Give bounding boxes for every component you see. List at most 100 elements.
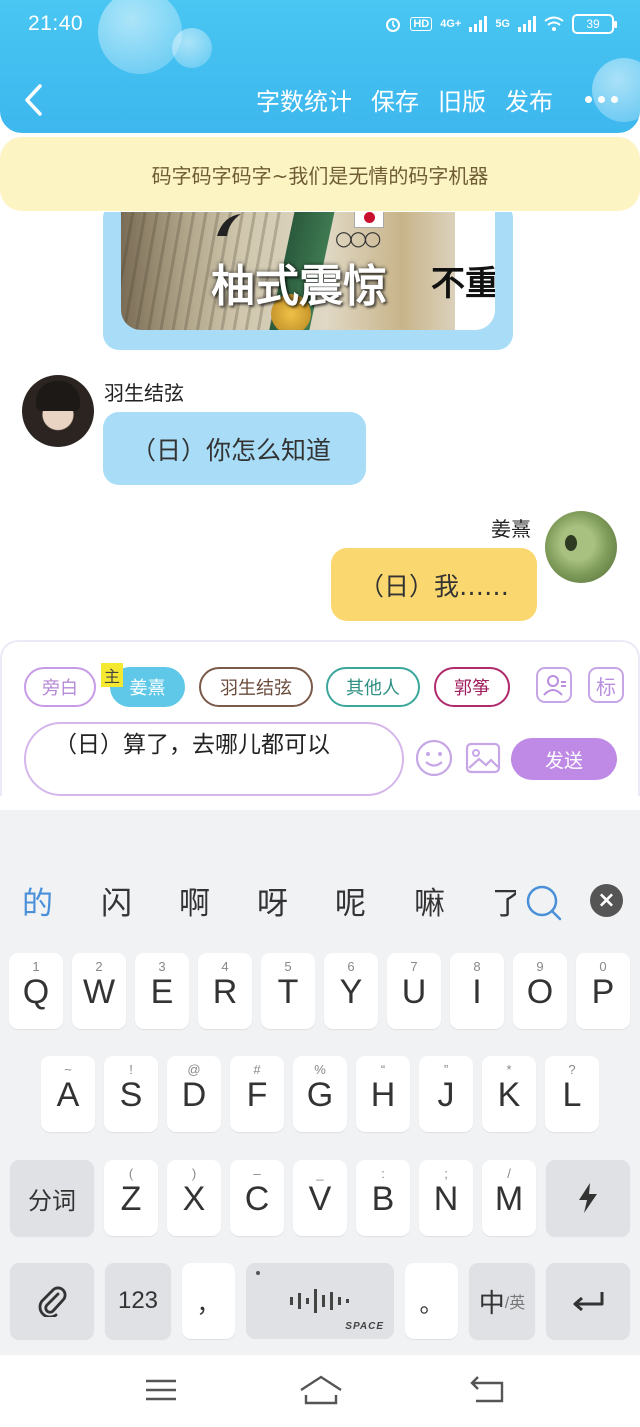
network-indicator-1: 4G+ bbox=[440, 18, 462, 30]
lightning-icon bbox=[579, 1183, 597, 1213]
message-input[interactable]: （日）算了，去哪儿都可以 bbox=[24, 722, 404, 796]
back-button[interactable] bbox=[20, 82, 50, 118]
signal-icon bbox=[469, 16, 488, 32]
key-b[interactable]: :B bbox=[356, 1160, 410, 1236]
candidate-word[interactable]: 的 bbox=[22, 878, 53, 923]
message-bubble[interactable]: （日）你怎么知道 bbox=[103, 412, 366, 485]
language-switch-key[interactable]: 中/英 bbox=[469, 1263, 535, 1339]
more-options-icon[interactable] bbox=[585, 96, 618, 103]
key-j[interactable]: ” J bbox=[419, 1056, 473, 1132]
key-secondary-label: ~ bbox=[64, 1062, 72, 1077]
save-button[interactable]: 保存 bbox=[371, 82, 419, 117]
candidate-word[interactable]: 了 bbox=[492, 878, 516, 923]
home-icon[interactable] bbox=[298, 1373, 344, 1407]
key-secondary-label: % bbox=[314, 1062, 326, 1077]
image-button[interactable] bbox=[464, 739, 502, 777]
key-s[interactable]: ! S bbox=[104, 1056, 158, 1132]
hd-indicator: HD bbox=[410, 17, 433, 31]
candidate-word[interactable]: 呢 bbox=[335, 878, 366, 923]
key-q[interactable]: 1Q bbox=[9, 953, 63, 1029]
key-r[interactable]: 4R bbox=[198, 953, 252, 1029]
key-g[interactable]: % G bbox=[293, 1056, 347, 1132]
attachment-key[interactable] bbox=[10, 1263, 94, 1339]
key-l[interactable]: ? L bbox=[545, 1056, 599, 1132]
emoji-button[interactable] bbox=[415, 739, 453, 777]
key-c[interactable]: – C bbox=[230, 1160, 284, 1236]
key-label: A bbox=[56, 1076, 80, 1114]
key-v[interactable]: _ V bbox=[293, 1160, 347, 1236]
key-t[interactable]: 5T bbox=[261, 953, 315, 1029]
key-a[interactable]: ~ A bbox=[41, 1056, 95, 1132]
olympic-rings-icon: ○○○ bbox=[335, 226, 381, 250]
key-p[interactable]: 0P bbox=[576, 953, 630, 1029]
key-i[interactable]: 8I bbox=[450, 953, 504, 1029]
role-chip-yuzuru[interactable]: 羽生结弦 bbox=[199, 667, 313, 707]
key-label: V bbox=[308, 1180, 332, 1218]
chevron-left-icon bbox=[25, 84, 42, 116]
key-u[interactable]: 7U bbox=[387, 953, 441, 1029]
key-e[interactable]: 3E bbox=[135, 953, 189, 1029]
key-m[interactable]: / M bbox=[482, 1160, 536, 1236]
search-icon[interactable] bbox=[524, 883, 564, 923]
shift-key[interactable] bbox=[546, 1160, 630, 1236]
key-label: Q bbox=[22, 973, 50, 1011]
role-chip-narration[interactable]: 旁白 bbox=[24, 667, 96, 707]
avatar-jiangxi[interactable] bbox=[545, 511, 617, 583]
candidate-word[interactable]: 啊 bbox=[179, 878, 210, 923]
key-h[interactable]: “H bbox=[356, 1056, 410, 1132]
key-k[interactable]: * K bbox=[482, 1056, 536, 1132]
avatar-yuzuru[interactable] bbox=[22, 375, 94, 447]
brand-logo-icon bbox=[217, 214, 241, 236]
message-image: ○○○ 不重 柚式震惊 bbox=[121, 212, 495, 330]
key-z[interactable]: (Z bbox=[104, 1160, 158, 1236]
key-f[interactable]: # F bbox=[230, 1056, 284, 1132]
key-w[interactable]: 2W bbox=[72, 953, 126, 1029]
period-key[interactable]: 。 bbox=[405, 1263, 458, 1339]
key-y[interactable]: 6Y bbox=[324, 953, 378, 1029]
key-secondary-label: 8 bbox=[473, 959, 481, 974]
key-secondary-label: 7 bbox=[410, 959, 418, 974]
status-time: 21:40 bbox=[28, 12, 84, 35]
key-secondary-label: ; bbox=[444, 1166, 448, 1181]
tag-button[interactable]: 标 bbox=[588, 667, 624, 703]
main-role-badge: 主 bbox=[101, 663, 123, 687]
key-secondary-label: ) bbox=[191, 1166, 197, 1181]
paperclip-icon bbox=[38, 1286, 67, 1317]
character-manage-button[interactable] bbox=[536, 667, 572, 703]
key-n[interactable]: ; N bbox=[419, 1160, 473, 1236]
key-label: S bbox=[119, 1076, 143, 1114]
segment-key[interactable]: 分词 bbox=[10, 1160, 94, 1236]
key-label: B bbox=[371, 1180, 395, 1218]
number-key[interactable]: 123 bbox=[105, 1263, 171, 1339]
app-header: 21:40 HD 4G+ 5G 39 字数统计 保存 旧版 发布 bbox=[0, 0, 640, 133]
key-o[interactable]: 9O bbox=[513, 953, 567, 1029]
image-message[interactable]: ○○○ 不重 柚式震惊 bbox=[103, 212, 513, 350]
message-bubble[interactable]: （日）我…… bbox=[331, 548, 537, 621]
role-chip-others[interactable]: 其他人 bbox=[326, 667, 420, 707]
key-label: T bbox=[277, 973, 299, 1011]
role-chip-guozheng[interactable]: 郭筝 bbox=[434, 667, 510, 707]
key-label: Z bbox=[120, 1180, 142, 1218]
old-version-button[interactable]: 旧版 bbox=[438, 82, 486, 117]
candidate-word[interactable]: 闪 bbox=[101, 878, 132, 923]
candidate-word[interactable]: 呀 bbox=[257, 878, 288, 923]
key-label: O bbox=[526, 973, 554, 1011]
close-icon[interactable]: × bbox=[590, 884, 623, 917]
key-x[interactable]: ) X bbox=[167, 1160, 221, 1236]
notice-banner: 码字码字码字~我们是无情的码字机器 bbox=[0, 137, 640, 211]
publish-button[interactable]: 发布 bbox=[505, 82, 553, 117]
send-button[interactable]: 发送 bbox=[511, 738, 617, 780]
menu-icon[interactable] bbox=[142, 1373, 182, 1407]
candidate-bar: 的 闪 啊 呀 呢 嘛 了 bbox=[0, 878, 640, 928]
enter-key[interactable] bbox=[546, 1263, 630, 1339]
space-key[interactable]: SPACE bbox=[246, 1263, 394, 1339]
word-count-button[interactable]: 字数统计 bbox=[256, 82, 352, 117]
key-secondary-label: ( bbox=[128, 1166, 134, 1181]
key-secondary-label: _ bbox=[316, 1166, 324, 1181]
composer-panel: 旁白 主 姜熹 羽生结弦 其他人 郭筝 标 （日）算了，去哪儿都可以 发送 bbox=[0, 640, 640, 796]
key-d[interactable]: @ D bbox=[167, 1056, 221, 1132]
chat-area[interactable]: ○○○ 不重 柚式震惊 羽生结弦 （日）你怎么知道 姜熹 （日）我…… bbox=[0, 212, 640, 640]
candidate-word[interactable]: 嘛 bbox=[414, 878, 445, 923]
back-nav-icon[interactable] bbox=[468, 1373, 508, 1407]
comma-key[interactable]: ， bbox=[182, 1263, 235, 1339]
